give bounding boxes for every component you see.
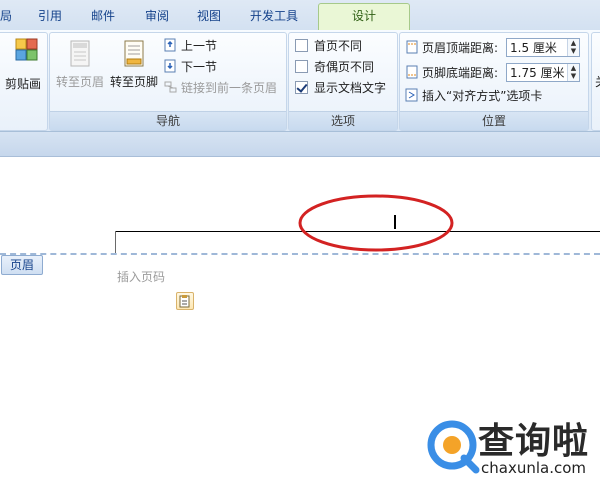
insert-page-number-placeholder[interactable]: 插入页码 bbox=[117, 268, 165, 285]
show-document-text-checkbox[interactable]: 显示文档文字 bbox=[295, 79, 386, 97]
footer-bottom-distance-value: 1.75 厘米 bbox=[510, 66, 565, 80]
spinner-arrows[interactable]: ▲ ▼ bbox=[567, 64, 579, 81]
goto-footer-icon bbox=[124, 40, 144, 67]
header-top-distance-icon bbox=[406, 40, 418, 54]
paste-options-button[interactable] bbox=[176, 292, 194, 310]
goto-header-icon bbox=[70, 40, 90, 67]
tab-review[interactable]: 审阅 bbox=[145, 6, 169, 26]
prev-section-icon bbox=[164, 38, 176, 52]
next-section-button[interactable]: 下一节 bbox=[164, 58, 217, 76]
goto-header-label: 转至页眉 bbox=[55, 75, 104, 89]
header-top-distance-input[interactable]: 1.5 厘米 ▲ ▼ bbox=[506, 38, 580, 57]
link-icon bbox=[164, 81, 177, 93]
clipart-button[interactable]: 剪贴画 bbox=[1, 37, 45, 91]
header-top-distance-label-row: 页眉顶端距离: bbox=[405, 39, 498, 57]
navigation-group: 转至页眉 转至页脚 上一节 下一节 链接到前一条页眉 导航 bbox=[49, 32, 287, 131]
different-odd-even-checkbox[interactable]: 奇偶页不同 bbox=[295, 58, 374, 76]
link-to-previous-label: 链接到前一条页眉 bbox=[181, 81, 278, 95]
footer-bottom-distance-input[interactable]: 1.75 厘米 ▲ ▼ bbox=[506, 63, 580, 82]
watermark-domain: chaxunla.com bbox=[481, 459, 586, 477]
navigation-group-label: 导航 bbox=[50, 111, 286, 130]
header-top-distance-label: 页眉顶端距离: bbox=[422, 41, 499, 55]
ribbon-tab-bar: 局 引用 邮件 审阅 视图 开发工具 设计 bbox=[0, 0, 600, 31]
margin-corner-mark bbox=[115, 231, 116, 253]
different-odd-even-label: 奇偶页不同 bbox=[314, 60, 375, 74]
link-to-previous-button[interactable]: 链接到前一条页眉 bbox=[164, 79, 277, 97]
options-group-label: 选项 bbox=[289, 111, 397, 130]
tab-design[interactable]: 设计 bbox=[318, 3, 410, 31]
next-section-icon bbox=[164, 59, 176, 73]
footer-bottom-distance-label-row: 页脚底端距离: bbox=[405, 64, 498, 82]
prev-section-button[interactable]: 上一节 bbox=[164, 37, 217, 55]
tab-mailings[interactable]: 邮件 bbox=[91, 6, 115, 26]
insert-group-partial: 剪贴画 bbox=[0, 32, 48, 131]
watermark-title: 查询啦 bbox=[478, 421, 590, 462]
tab-references[interactable]: 引用 bbox=[38, 6, 62, 26]
insert-alignment-tab-label: 插入“对齐方式”选项卡 bbox=[422, 89, 543, 103]
clipart-label: 剪贴画 bbox=[4, 77, 41, 91]
different-first-page-label: 首页不同 bbox=[314, 39, 363, 53]
position-group: 页眉顶端距离: 1.5 厘米 ▲ ▼ 页脚底端距离: 1.75 厘米 ▲ ▼ 插入“… bbox=[399, 32, 589, 131]
spinner-arrows[interactable]: ▲ ▼ bbox=[567, 39, 579, 56]
footer-bottom-distance-label: 页脚底端距离: bbox=[422, 66, 499, 80]
different-first-page-checkbox[interactable]: 首页不同 bbox=[295, 37, 362, 55]
footer-bottom-distance-icon bbox=[406, 65, 418, 79]
ruler-strip bbox=[0, 132, 600, 157]
insert-alignment-tab-button[interactable]: 插入“对齐方式”选项卡 bbox=[405, 87, 542, 105]
clipboard-icon bbox=[179, 295, 190, 308]
clipart-icon bbox=[15, 38, 38, 61]
options-group: 首页不同 奇偶页不同 显示文档文字 选项 bbox=[288, 32, 398, 131]
tab-view[interactable]: 视图 bbox=[197, 6, 221, 26]
tab-layout-partial[interactable]: 局 bbox=[0, 6, 12, 26]
prev-section-label: 上一节 bbox=[181, 39, 218, 53]
goto-footer-button[interactable]: 转至页脚 bbox=[106, 39, 162, 95]
checkbox-box bbox=[295, 39, 308, 52]
goto-header-button[interactable]: 转至页眉 bbox=[52, 39, 108, 95]
tab-developer[interactable]: 开发工具 bbox=[250, 6, 298, 26]
header-boundary-dashed-line bbox=[0, 253, 600, 255]
checkbox-box bbox=[295, 60, 308, 73]
ribbon: 剪贴画 转至页眉 转至页脚 上一节 下一节 链接到前一条页眉 导航 首页不同 奇… bbox=[0, 30, 600, 132]
header-top-distance-value: 1.5 厘米 bbox=[510, 41, 557, 55]
checkbox-box-checked bbox=[295, 81, 308, 94]
header-tag: 页眉 bbox=[1, 255, 43, 275]
next-section-label: 下一节 bbox=[181, 60, 218, 74]
show-document-text-label: 显示文档文字 bbox=[314, 81, 387, 95]
goto-footer-label: 转至页脚 bbox=[109, 75, 158, 89]
position-group-label: 位置 bbox=[400, 111, 588, 130]
close-partial-label[interactable]: 关 bbox=[595, 73, 600, 90]
red-highlight-ellipse bbox=[298, 194, 454, 252]
close-group-partial: 关 bbox=[591, 32, 600, 131]
alignment-tab-icon bbox=[405, 88, 418, 102]
